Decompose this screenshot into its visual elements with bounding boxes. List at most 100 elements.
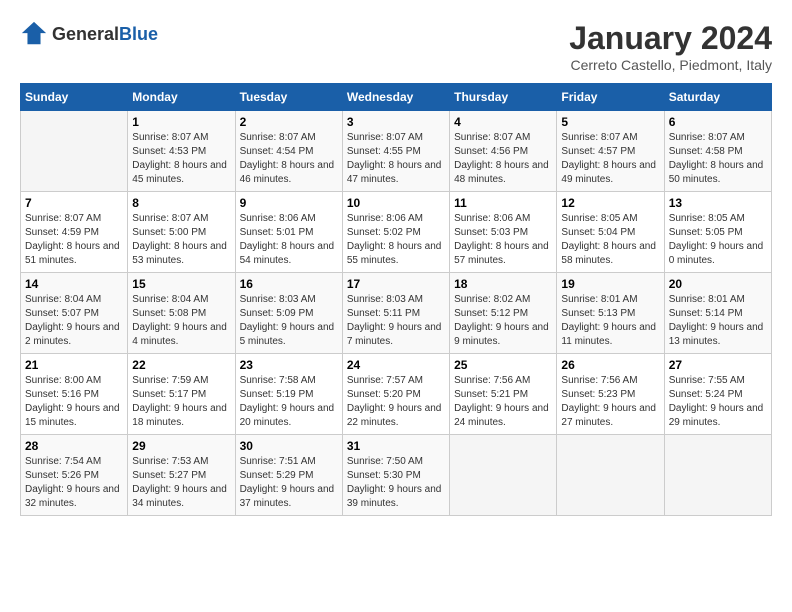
day-info: Sunrise: 8:06 AMSunset: 5:03 PMDaylight:… <box>454 212 552 268</box>
day-info: Sunrise: 8:03 AMSunset: 5:11 PMDaylight:… <box>347 293 445 349</box>
day-info: Sunrise: 8:07 AMSunset: 4:55 PMDaylight:… <box>347 131 445 187</box>
day-number: 8 <box>132 196 230 210</box>
calendar-cell: 15 Sunrise: 8:04 AMSunset: 5:08 PMDayligh… <box>128 273 235 354</box>
day-number: 15 <box>132 277 230 291</box>
day-info: Sunrise: 7:59 AMSunset: 5:17 PMDaylight:… <box>132 374 230 430</box>
calendar-cell <box>21 111 128 192</box>
calendar-week-row: 21 Sunrise: 8:00 AMSunset: 5:16 PMDayligh… <box>21 354 772 435</box>
day-number: 30 <box>240 439 338 453</box>
column-header-sunday: Sunday <box>21 84 128 111</box>
day-info: Sunrise: 8:04 AMSunset: 5:08 PMDaylight:… <box>132 293 230 349</box>
day-info: Sunrise: 8:07 AMSunset: 4:53 PMDaylight:… <box>132 131 230 187</box>
day-number: 23 <box>240 358 338 372</box>
logo-blue-text: Blue <box>119 24 158 44</box>
day-number: 10 <box>347 196 445 210</box>
logo-icon <box>20 20 48 48</box>
day-info: Sunrise: 7:57 AMSunset: 5:20 PMDaylight:… <box>347 374 445 430</box>
calendar-cell: 30 Sunrise: 7:51 AMSunset: 5:29 PMDayligh… <box>235 435 342 516</box>
calendar-cell: 13 Sunrise: 8:05 AMSunset: 5:05 PMDayligh… <box>664 192 771 273</box>
day-number: 24 <box>347 358 445 372</box>
day-info: Sunrise: 7:53 AMSunset: 5:27 PMDaylight:… <box>132 455 230 511</box>
calendar-cell: 31 Sunrise: 7:50 AMSunset: 5:30 PMDayligh… <box>342 435 449 516</box>
day-info: Sunrise: 8:07 AMSunset: 4:58 PMDaylight:… <box>669 131 767 187</box>
day-number: 6 <box>669 115 767 129</box>
day-info: Sunrise: 8:00 AMSunset: 5:16 PMDaylight:… <box>25 374 123 430</box>
calendar-cell: 24 Sunrise: 7:57 AMSunset: 5:20 PMDayligh… <box>342 354 449 435</box>
day-number: 16 <box>240 277 338 291</box>
calendar-cell: 11 Sunrise: 8:06 AMSunset: 5:03 PMDayligh… <box>450 192 557 273</box>
calendar-cell: 20Sunrise: 8:01 AMSunset: 5:14 PMDayligh… <box>664 273 771 354</box>
calendar-cell: 19 Sunrise: 8:01 AMSunset: 5:13 PMDayligh… <box>557 273 664 354</box>
calendar-cell: 8 Sunrise: 8:07 AMSunset: 5:00 PMDaylight… <box>128 192 235 273</box>
calendar-week-row: 14 Sunrise: 8:04 AMSunset: 5:07 PMDayligh… <box>21 273 772 354</box>
day-number: 25 <box>454 358 552 372</box>
calendar-cell: 16Sunrise: 8:03 AMSunset: 5:09 PMDayligh… <box>235 273 342 354</box>
day-number: 13 <box>669 196 767 210</box>
day-number: 1 <box>132 115 230 129</box>
day-number: 11 <box>454 196 552 210</box>
calendar-header-row: SundayMondayTuesdayWednesdayThursdayFrid… <box>21 84 772 111</box>
calendar-cell: 1 Sunrise: 8:07 AMSunset: 4:53 PMDaylight… <box>128 111 235 192</box>
calendar-cell: 23 Sunrise: 7:58 AMSunset: 5:19 PMDayligh… <box>235 354 342 435</box>
day-info: Sunrise: 8:07 AMSunset: 4:54 PMDaylight:… <box>240 131 338 187</box>
day-info: Sunrise: 8:07 AMSunset: 5:00 PMDaylight:… <box>132 212 230 268</box>
calendar-week-row: 1 Sunrise: 8:07 AMSunset: 4:53 PMDaylight… <box>21 111 772 192</box>
calendar-cell: 12 Sunrise: 8:05 AMSunset: 5:04 PMDayligh… <box>557 192 664 273</box>
day-info: Sunrise: 7:50 AMSunset: 5:30 PMDaylight:… <box>347 455 445 511</box>
column-header-saturday: Saturday <box>664 84 771 111</box>
day-number: 12 <box>561 196 659 210</box>
column-header-thursday: Thursday <box>450 84 557 111</box>
day-info: Sunrise: 8:05 AMSunset: 5:05 PMDaylight:… <box>669 212 767 268</box>
day-number: 7 <box>25 196 123 210</box>
logo: GeneralBlue <box>20 20 158 48</box>
day-number: 26 <box>561 358 659 372</box>
calendar-cell: 27 Sunrise: 7:55 AMSunset: 5:24 PMDayligh… <box>664 354 771 435</box>
calendar-cell: 6 Sunrise: 8:07 AMSunset: 4:58 PMDaylight… <box>664 111 771 192</box>
day-info: Sunrise: 8:04 AMSunset: 5:07 PMDaylight:… <box>25 293 123 349</box>
day-number: 21 <box>25 358 123 372</box>
day-info: Sunrise: 8:05 AMSunset: 5:04 PMDaylight:… <box>561 212 659 268</box>
calendar-week-row: 28Sunrise: 7:54 AMSunset: 5:26 PMDayligh… <box>21 435 772 516</box>
day-info: Sunrise: 8:02 AMSunset: 5:12 PMDaylight:… <box>454 293 552 349</box>
location-text: Cerreto Castello, Piedmont, Italy <box>569 57 772 73</box>
day-number: 17 <box>347 277 445 291</box>
day-number: 5 <box>561 115 659 129</box>
day-info: Sunrise: 7:56 AMSunset: 5:23 PMDaylight:… <box>561 374 659 430</box>
calendar-cell: 18 Sunrise: 8:02 AMSunset: 5:12 PMDayligh… <box>450 273 557 354</box>
page-header: GeneralBlue January 2024 Cerreto Castell… <box>20 20 772 73</box>
title-area: January 2024 Cerreto Castello, Piedmont,… <box>569 20 772 73</box>
day-info: Sunrise: 8:01 AMSunset: 5:13 PMDaylight:… <box>561 293 659 349</box>
day-info: Sunrise: 7:58 AMSunset: 5:19 PMDaylight:… <box>240 374 338 430</box>
calendar-cell: 22 Sunrise: 7:59 AMSunset: 5:17 PMDayligh… <box>128 354 235 435</box>
calendar-cell: 9Sunrise: 8:06 AMSunset: 5:01 PMDaylight… <box>235 192 342 273</box>
month-title: January 2024 <box>569 20 772 57</box>
calendar-cell: 29Sunrise: 7:53 AMSunset: 5:27 PMDayligh… <box>128 435 235 516</box>
day-number: 22 <box>132 358 230 372</box>
calendar-cell: 2Sunrise: 8:07 AMSunset: 4:54 PMDaylight… <box>235 111 342 192</box>
calendar-cell: 5Sunrise: 8:07 AMSunset: 4:57 PMDaylight… <box>557 111 664 192</box>
day-info: Sunrise: 8:06 AMSunset: 5:02 PMDaylight:… <box>347 212 445 268</box>
calendar-cell: 25Sunrise: 7:56 AMSunset: 5:21 PMDayligh… <box>450 354 557 435</box>
calendar-cell: 17 Sunrise: 8:03 AMSunset: 5:11 PMDayligh… <box>342 273 449 354</box>
column-header-wednesday: Wednesday <box>342 84 449 111</box>
day-number: 27 <box>669 358 767 372</box>
day-number: 18 <box>454 277 552 291</box>
day-info: Sunrise: 7:51 AMSunset: 5:29 PMDaylight:… <box>240 455 338 511</box>
day-info: Sunrise: 8:07 AMSunset: 4:56 PMDaylight:… <box>454 131 552 187</box>
logo-general-text: General <box>52 24 119 44</box>
calendar-cell <box>557 435 664 516</box>
day-number: 3 <box>347 115 445 129</box>
day-number: 19 <box>561 277 659 291</box>
day-info: Sunrise: 7:54 AMSunset: 5:26 PMDaylight:… <box>25 455 123 511</box>
day-number: 14 <box>25 277 123 291</box>
day-info: Sunrise: 8:06 AMSunset: 5:01 PMDaylight:… <box>240 212 338 268</box>
calendar-week-row: 7 Sunrise: 8:07 AMSunset: 4:59 PMDaylight… <box>21 192 772 273</box>
column-header-friday: Friday <box>557 84 664 111</box>
day-info: Sunrise: 8:07 AMSunset: 4:59 PMDaylight:… <box>25 212 123 268</box>
day-info: Sunrise: 8:01 AMSunset: 5:14 PMDaylight:… <box>669 293 767 349</box>
calendar-cell: 14 Sunrise: 8:04 AMSunset: 5:07 PMDayligh… <box>21 273 128 354</box>
day-number: 4 <box>454 115 552 129</box>
day-info: Sunrise: 7:55 AMSunset: 5:24 PMDaylight:… <box>669 374 767 430</box>
calendar-cell: 4 Sunrise: 8:07 AMSunset: 4:56 PMDaylight… <box>450 111 557 192</box>
day-number: 31 <box>347 439 445 453</box>
